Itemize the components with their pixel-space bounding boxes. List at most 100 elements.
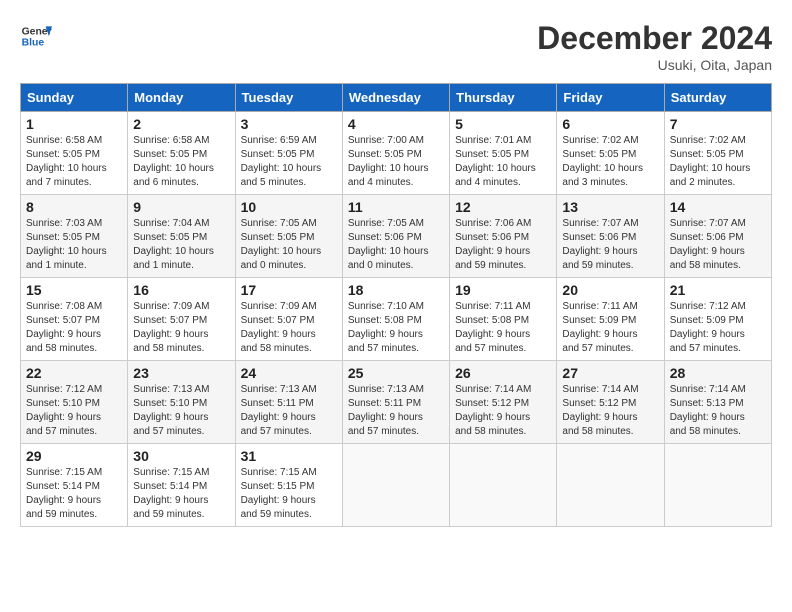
day-info: Sunrise: 7:14 AM Sunset: 5:13 PM Dayligh… xyxy=(670,383,766,439)
day-number: 26 xyxy=(455,365,551,381)
day-number: 21 xyxy=(670,282,766,298)
calendar-day-cell: 6 Sunrise: 7:02 AM Sunset: 5:05 PM Daylig… xyxy=(557,112,664,195)
day-info: Sunrise: 7:10 AM Sunset: 5:08 PM Dayligh… xyxy=(348,300,444,356)
day-number: 16 xyxy=(133,282,229,298)
day-number: 30 xyxy=(133,448,229,464)
calendar-week-row: 22Sunrise: 7:12 AM Sunset: 5:10 PM Dayli… xyxy=(21,361,772,444)
calendar-day-cell: 16Sunrise: 7:09 AM Sunset: 5:07 PM Dayli… xyxy=(128,278,235,361)
calendar-week-row: 15 Sunrise: 7:08 AM Sunset: 5:07 PM Dayli… xyxy=(21,278,772,361)
calendar-day-cell: 7 Sunrise: 7:02 AM Sunset: 5:05 PM Daylig… xyxy=(664,112,771,195)
calendar-day-cell: 4 Sunrise: 7:00 AM Sunset: 5:05 PM Daylig… xyxy=(342,112,449,195)
calendar-week-row: 29Sunrise: 7:15 AM Sunset: 5:14 PM Dayli… xyxy=(21,444,772,527)
page-header: General Blue December 2024 Usuki, Oita, … xyxy=(20,20,772,73)
calendar-week-row: 1 Sunrise: 6:58 AM Sunset: 5:05 PM Daylig… xyxy=(21,112,772,195)
calendar-day-cell: 12 Sunrise: 7:06 AM Sunset: 5:06 PM Dayli… xyxy=(450,195,557,278)
weekday-header: Sunday xyxy=(21,84,128,112)
day-number: 14 xyxy=(670,199,766,215)
calendar-day-cell: 17 Sunrise: 7:09 AM Sunset: 5:07 PM Dayli… xyxy=(235,278,342,361)
day-info: Sunrise: 7:00 AM Sunset: 5:05 PM Dayligh… xyxy=(348,134,444,190)
day-number: 29 xyxy=(26,448,122,464)
day-number: 15 xyxy=(26,282,122,298)
calendar-day-cell: 19Sunrise: 7:11 AM Sunset: 5:08 PM Dayli… xyxy=(450,278,557,361)
empty-cell xyxy=(342,444,449,527)
day-info: Sunrise: 7:07 AM Sunset: 5:06 PM Dayligh… xyxy=(562,217,658,273)
day-info: Sunrise: 7:03 AM Sunset: 5:05 PM Dayligh… xyxy=(26,217,122,273)
day-info: Sunrise: 7:09 AM Sunset: 5:07 PM Dayligh… xyxy=(241,300,337,356)
day-info: Sunrise: 7:04 AM Sunset: 5:05 PM Dayligh… xyxy=(133,217,229,273)
day-number: 5 xyxy=(455,116,551,132)
day-number: 1 xyxy=(26,116,122,132)
day-number: 27 xyxy=(562,365,658,381)
title-block: December 2024 Usuki, Oita, Japan xyxy=(537,20,772,73)
day-info: Sunrise: 7:06 AM Sunset: 5:06 PM Dayligh… xyxy=(455,217,551,273)
calendar-day-cell: 20 Sunrise: 7:11 AM Sunset: 5:09 PM Dayli… xyxy=(557,278,664,361)
day-info: Sunrise: 6:59 AM Sunset: 5:05 PM Dayligh… xyxy=(241,134,337,190)
calendar-day-cell: 13 Sunrise: 7:07 AM Sunset: 5:06 PM Dayli… xyxy=(557,195,664,278)
calendar-day-cell: 28 Sunrise: 7:14 AM Sunset: 5:13 PM Dayli… xyxy=(664,361,771,444)
location: Usuki, Oita, Japan xyxy=(537,57,772,73)
weekday-header: Monday xyxy=(128,84,235,112)
calendar-day-cell: 31 Sunrise: 7:15 AM Sunset: 5:15 PM Dayli… xyxy=(235,444,342,527)
calendar-day-cell: 22Sunrise: 7:12 AM Sunset: 5:10 PM Dayli… xyxy=(21,361,128,444)
day-info: Sunrise: 6:58 AM Sunset: 5:05 PM Dayligh… xyxy=(133,134,229,190)
calendar-day-cell: 5 Sunrise: 7:01 AM Sunset: 5:05 PM Daylig… xyxy=(450,112,557,195)
day-info: Sunrise: 7:11 AM Sunset: 5:09 PM Dayligh… xyxy=(562,300,658,356)
day-number: 10 xyxy=(241,199,337,215)
calendar-day-cell: 14 Sunrise: 7:07 AM Sunset: 5:06 PM Dayli… xyxy=(664,195,771,278)
logo-icon: General Blue xyxy=(20,20,52,52)
day-number: 24 xyxy=(241,365,337,381)
day-number: 17 xyxy=(241,282,337,298)
calendar-day-cell: 11 Sunrise: 7:05 AM Sunset: 5:06 PM Dayli… xyxy=(342,195,449,278)
calendar-day-cell: 26 Sunrise: 7:14 AM Sunset: 5:12 PM Dayli… xyxy=(450,361,557,444)
empty-cell xyxy=(557,444,664,527)
calendar-day-cell: 27 Sunrise: 7:14 AM Sunset: 5:12 PM Dayli… xyxy=(557,361,664,444)
day-info: Sunrise: 7:02 AM Sunset: 5:05 PM Dayligh… xyxy=(670,134,766,190)
day-info: Sunrise: 7:01 AM Sunset: 5:05 PM Dayligh… xyxy=(455,134,551,190)
svg-text:Blue: Blue xyxy=(22,38,45,49)
day-info: Sunrise: 7:02 AM Sunset: 5:05 PM Dayligh… xyxy=(562,134,658,190)
day-info: Sunrise: 7:07 AM Sunset: 5:06 PM Dayligh… xyxy=(670,217,766,273)
day-info: Sunrise: 7:08 AM Sunset: 5:07 PM Dayligh… xyxy=(26,300,122,356)
month-title: December 2024 xyxy=(537,20,772,57)
day-number: 31 xyxy=(241,448,337,464)
day-number: 7 xyxy=(670,116,766,132)
day-info: Sunrise: 7:13 AM Sunset: 5:10 PM Dayligh… xyxy=(133,383,229,439)
calendar-day-cell: 9 Sunrise: 7:04 AM Sunset: 5:05 PM Daylig… xyxy=(128,195,235,278)
day-number: 3 xyxy=(241,116,337,132)
day-info: Sunrise: 7:05 AM Sunset: 5:05 PM Dayligh… xyxy=(241,217,337,273)
calendar-day-cell: 8 Sunrise: 7:03 AM Sunset: 5:05 PM Daylig… xyxy=(21,195,128,278)
day-info: Sunrise: 7:13 AM Sunset: 5:11 PM Dayligh… xyxy=(348,383,444,439)
day-info: Sunrise: 7:14 AM Sunset: 5:12 PM Dayligh… xyxy=(562,383,658,439)
calendar-day-cell: 15 Sunrise: 7:08 AM Sunset: 5:07 PM Dayli… xyxy=(21,278,128,361)
day-number: 20 xyxy=(562,282,658,298)
day-number: 23 xyxy=(133,365,229,381)
empty-cell xyxy=(450,444,557,527)
day-number: 18 xyxy=(348,282,444,298)
day-number: 6 xyxy=(562,116,658,132)
day-number: 11 xyxy=(348,199,444,215)
day-number: 4 xyxy=(348,116,444,132)
day-number: 12 xyxy=(455,199,551,215)
calendar-day-cell: 21 Sunrise: 7:12 AM Sunset: 5:09 PM Dayli… xyxy=(664,278,771,361)
day-info: Sunrise: 7:14 AM Sunset: 5:12 PM Dayligh… xyxy=(455,383,551,439)
day-info: Sunrise: 7:15 AM Sunset: 5:15 PM Dayligh… xyxy=(241,466,337,522)
weekday-header: Wednesday xyxy=(342,84,449,112)
empty-cell xyxy=(664,444,771,527)
day-number: 28 xyxy=(670,365,766,381)
day-info: Sunrise: 7:05 AM Sunset: 5:06 PM Dayligh… xyxy=(348,217,444,273)
calendar-day-cell: 29Sunrise: 7:15 AM Sunset: 5:14 PM Dayli… xyxy=(21,444,128,527)
day-number: 25 xyxy=(348,365,444,381)
day-info: Sunrise: 6:58 AM Sunset: 5:05 PM Dayligh… xyxy=(26,134,122,190)
calendar-day-cell: 24 Sunrise: 7:13 AM Sunset: 5:11 PM Dayli… xyxy=(235,361,342,444)
calendar-day-cell: 10 Sunrise: 7:05 AM Sunset: 5:05 PM Dayli… xyxy=(235,195,342,278)
day-number: 13 xyxy=(562,199,658,215)
calendar-day-cell: 3 Sunrise: 6:59 AM Sunset: 5:05 PM Daylig… xyxy=(235,112,342,195)
day-number: 8 xyxy=(26,199,122,215)
calendar-day-cell: 18 Sunrise: 7:10 AM Sunset: 5:08 PM Dayli… xyxy=(342,278,449,361)
calendar-day-cell: 23 Sunrise: 7:13 AM Sunset: 5:10 PM Dayli… xyxy=(128,361,235,444)
day-info: Sunrise: 7:12 AM Sunset: 5:09 PM Dayligh… xyxy=(670,300,766,356)
weekday-header: Thursday xyxy=(450,84,557,112)
day-info: Sunrise: 7:13 AM Sunset: 5:11 PM Dayligh… xyxy=(241,383,337,439)
day-number: 9 xyxy=(133,199,229,215)
calendar-day-cell: 30Sunrise: 7:15 AM Sunset: 5:14 PM Dayli… xyxy=(128,444,235,527)
